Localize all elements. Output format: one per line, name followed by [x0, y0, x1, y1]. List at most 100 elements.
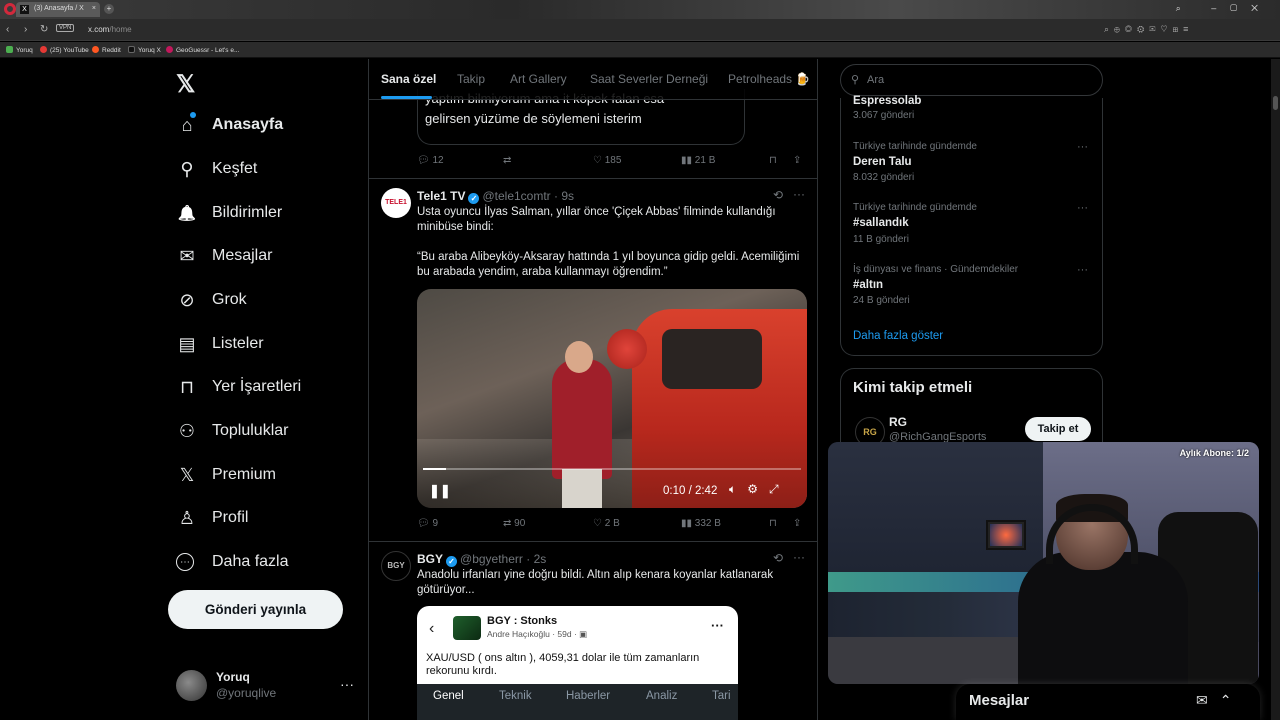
- pause-icon[interactable]: ❚❚: [429, 483, 451, 499]
- forward-icon[interactable]: ›: [24, 24, 27, 35]
- cam-streamer-body: [1018, 552, 1188, 684]
- messages-drawer[interactable]: Mesajlar ✉⌃: [956, 684, 1260, 720]
- sidebar-item-profile[interactable]: ♙ Profil: [176, 503, 249, 533]
- trend-name[interactable]: Espressolab: [853, 95, 921, 107]
- card-tab: Haberler: [566, 690, 611, 702]
- bookmark-yoruq-x[interactable]: Yoruq X: [128, 46, 161, 54]
- show-more-link[interactable]: Daha fazla göster: [853, 330, 943, 342]
- trend-more-icon[interactable]: ···: [1077, 202, 1088, 214]
- video-player[interactable]: ❚❚ 0:10 / 2:42 🔈︎⚙⤢: [417, 289, 807, 508]
- bookmark-reddit[interactable]: Reddit: [92, 46, 121, 54]
- sidebar-item-explore[interactable]: ⚲ Keşfet: [176, 154, 257, 184]
- tab-art-gallery[interactable]: Art Gallery: [510, 72, 567, 86]
- sidebar-item-notifications[interactable]: 🔔 Bildirimler: [176, 198, 283, 228]
- reload-icon[interactable]: ↻: [40, 24, 48, 35]
- opera-logo-icon[interactable]: [4, 3, 16, 15]
- bookmark-geoguessr[interactable]: GeoGuessr - Let's e...: [166, 46, 239, 54]
- post-button[interactable]: Gönderi yayınla: [168, 590, 343, 629]
- sidebar-item-label: Yer İşaretleri: [212, 378, 302, 395]
- cam-desk: [828, 637, 1028, 684]
- grok-icon: ⊘: [179, 289, 195, 310]
- share-icon[interactable]: ⇪: [793, 155, 801, 166]
- fullscreen-icon[interactable]: ⤢: [769, 482, 790, 496]
- envelope-icon: ✉: [179, 245, 195, 266]
- share-icon[interactable]: ⇪: [793, 518, 801, 529]
- account-name[interactable]: Yoruq: [216, 670, 250, 684]
- post-time: · 2s: [526, 552, 547, 566]
- follow-button[interactable]: Takip et: [1025, 417, 1091, 441]
- suggested-user-name[interactable]: RG: [889, 415, 907, 429]
- tab-saat-severler[interactable]: Saat Severler Derneği: [590, 72, 708, 86]
- views-button[interactable]: ▮▮ 21 B: [681, 155, 715, 166]
- reply-button[interactable]: 💬︎ 9: [417, 518, 438, 529]
- sidebar-item-bookmarks[interactable]: ⊓ Yer İşaretleri: [176, 372, 301, 402]
- volume-icon[interactable]: 🔈︎: [729, 482, 747, 496]
- tab-following[interactable]: Takip: [457, 72, 485, 86]
- sidebar-item-label: Daha fazla: [212, 553, 289, 570]
- post-divider: [369, 541, 817, 542]
- bookmark-post-icon[interactable]: ⊓: [769, 518, 777, 529]
- new-message-icon[interactable]: ✉: [1196, 692, 1220, 708]
- avatar[interactable]: BGY: [381, 551, 411, 581]
- bookmark-yoruq[interactable]: Yoruq: [6, 46, 33, 54]
- address-bar-row: ‹ › ↻: [0, 19, 1280, 41]
- url-field[interactable]: x.com/home: [88, 25, 132, 34]
- new-tab-button[interactable]: +: [104, 4, 114, 14]
- trend-name[interactable]: #sallandık: [853, 217, 909, 229]
- card-tabs: Genel Teknik Haberler Analiz Tari: [417, 684, 738, 720]
- views-button[interactable]: ▮▮ 332 B: [681, 518, 721, 529]
- sidebar-item-label: Premium: [212, 466, 277, 483]
- avatar[interactable]: TELE1: [381, 188, 411, 218]
- sidebar-item-premium[interactable]: 𝕏 Premium: [176, 460, 276, 490]
- expand-up-icon[interactable]: ⌃: [1220, 692, 1244, 708]
- post-author[interactable]: BGY ✓ @bgyetherr · 2s: [417, 552, 546, 567]
- video-frame-person: [552, 359, 612, 479]
- tab-for-you[interactable]: Sana özel: [381, 72, 436, 86]
- vpn-badge[interactable]: VPN: [56, 24, 75, 32]
- page-scrollbar[interactable]: [1271, 59, 1280, 720]
- close-tab-icon[interactable]: ×: [92, 5, 96, 12]
- tab-petrolheads[interactable]: Petrolheads 🍺: [728, 72, 810, 86]
- post-image-card[interactable]: ‹ BGY : Stonks Andre Haçıkoğlu · 59d · ▣…: [417, 606, 738, 720]
- repost-icon[interactable]: ⇄: [503, 155, 511, 166]
- grok-action-icon[interactable]: ⟲: [773, 551, 783, 565]
- account-avatar[interactable]: [176, 670, 207, 701]
- bookmark-youtube[interactable]: (25) YouTube: [40, 46, 89, 54]
- video-frame-head: [565, 341, 593, 373]
- post-author[interactable]: Tele1 TV ✓ @tele1comtr · 9s: [417, 189, 574, 204]
- post-more-icon[interactable]: ···: [793, 187, 805, 201]
- search-input[interactable]: ⚲ Ara: [840, 64, 1103, 96]
- sidebar-item-grok[interactable]: ⊘ Grok: [176, 285, 246, 315]
- sidebar-item-label: Topluluklar: [212, 422, 289, 439]
- sidebar-item-communities[interactable]: ⚇ Topluluklar: [176, 416, 289, 446]
- feed-tabs: Sana özel Takip Art Gallery Saat Severle…: [369, 59, 817, 100]
- sidebar-item-messages[interactable]: ✉ Mesajlar: [176, 241, 272, 271]
- trend-name[interactable]: #altın: [853, 279, 883, 291]
- sidebar-item-more[interactable]: ⋯ Daha fazla: [176, 547, 289, 577]
- trend-more-icon[interactable]: ···: [1077, 264, 1088, 276]
- video-progress-bar[interactable]: [423, 468, 801, 470]
- reply-button[interactable]: 💬︎ 12: [417, 155, 444, 166]
- browser-tab[interactable]: X (3) Anasayfa / X ×: [16, 2, 100, 17]
- like-button[interactable]: ♡ 185: [593, 155, 621, 166]
- card-tab: Genel: [433, 690, 464, 702]
- bookmark-post-icon[interactable]: ⊓: [769, 155, 777, 166]
- scrollbar-thumb[interactable]: [1273, 96, 1278, 110]
- repost-button[interactable]: ⇄ 90: [503, 518, 525, 529]
- post-text: Anadolu irfanları yine doğru bildi. Altı…: [417, 569, 774, 596]
- post-more-icon[interactable]: ···: [793, 550, 805, 564]
- like-button[interactable]: ♡ 2 B: [593, 518, 620, 529]
- card-more-icon: ···: [711, 618, 724, 633]
- verified-badge-icon: ✓: [468, 193, 480, 204]
- window-controls[interactable]: ⌕ –▢✕: [1176, 3, 1272, 14]
- grok-action-icon[interactable]: ⟲: [773, 188, 783, 202]
- trend-name[interactable]: Deren Talu: [853, 156, 912, 168]
- sidebar-item-lists[interactable]: ▤ Listeler: [176, 329, 263, 359]
- post-text: Usta oyuncu İlyas Salman, yıllar önce 'Ç…: [417, 206, 800, 278]
- settings-gear-icon[interactable]: ⚙: [747, 482, 769, 496]
- back-icon[interactable]: ‹: [6, 24, 9, 35]
- x-logo-icon[interactable]: 𝕏: [176, 70, 195, 99]
- account-more-icon[interactable]: ···: [340, 676, 354, 692]
- trend-more-icon[interactable]: ···: [1077, 141, 1088, 153]
- toolbar-icons[interactable]: ⌕⊕◎⚙✉♡⊞≡: [1104, 24, 1193, 35]
